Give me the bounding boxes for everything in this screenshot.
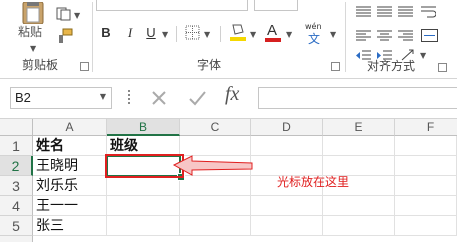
select-all-button[interactable]	[0, 119, 33, 136]
name-box-dropdown-icon[interactable]: ▼	[100, 92, 106, 101]
cell-a3[interactable]: 刘乐乐	[33, 176, 107, 196]
row-header-1[interactable]: 1	[0, 136, 33, 156]
align-center-icon[interactable]	[376, 30, 392, 45]
cell-a4[interactable]: 王一一	[33, 196, 107, 216]
merge-center-icon[interactable]	[420, 29, 438, 46]
separator	[92, 2, 93, 72]
cell-d5[interactable]	[251, 216, 323, 236]
font-name-box[interactable]	[96, 0, 248, 11]
cell-e4[interactable]	[323, 196, 395, 216]
alignment-group-label: 对齐方式	[367, 59, 416, 73]
phonetic-icon: 文	[308, 32, 321, 46]
font-color-dropdown-icon[interactable]: ▼	[286, 30, 292, 39]
cell-b3[interactable]	[107, 176, 180, 196]
italic-button[interactable]: I	[124, 26, 136, 40]
column-header-b[interactable]: B	[107, 119, 180, 136]
phonetic-guide-button[interactable]: wén 文	[305, 22, 327, 46]
font-group-label: 字体	[197, 58, 222, 72]
formula-input[interactable]	[258, 87, 457, 109]
column-header-f[interactable]: F	[395, 119, 457, 136]
cell-a2[interactable]: 王晓明	[33, 156, 107, 176]
column-header-c[interactable]: C	[180, 119, 251, 136]
annotation-arrow	[172, 155, 253, 176]
cell-e5[interactable]	[323, 216, 395, 236]
row-header-5[interactable]: 5	[0, 216, 33, 236]
worksheet-grid: A B C D E F 1 2 3 4 5 姓名 班级 王晓明 刘乐乐 王一一 …	[0, 118, 457, 242]
insert-function-icon[interactable]: fx	[225, 83, 239, 106]
align-top-icon[interactable]	[355, 6, 371, 22]
column-header-a[interactable]: A	[33, 119, 107, 136]
wrap-text-icon[interactable]	[420, 6, 436, 22]
cell-a5[interactable]: 张三	[33, 216, 107, 236]
clipboard-dialog-launcher[interactable]	[80, 62, 89, 71]
confirm-entry-icon[interactable]	[186, 87, 208, 109]
copy-icon[interactable]	[55, 7, 73, 25]
align-left-icon[interactable]	[355, 30, 371, 45]
paste-label: 粘贴	[18, 25, 43, 39]
row-header-3[interactable]: 3	[0, 176, 33, 196]
cell-e1[interactable]	[323, 136, 395, 156]
font-size-box[interactable]	[254, 0, 298, 11]
column-header-d[interactable]: D	[251, 119, 323, 136]
fill-color-icon[interactable]	[229, 22, 247, 46]
align-right-icon[interactable]	[397, 30, 413, 45]
underline-button[interactable]: U	[145, 26, 157, 40]
format-painter-icon[interactable]	[57, 28, 73, 48]
cell-b5[interactable]	[107, 216, 180, 236]
separator	[345, 2, 346, 72]
copy-dropdown-icon[interactable]: ▼	[74, 11, 80, 20]
cell-d4[interactable]	[251, 196, 323, 216]
paste-dropdown-icon[interactable]: ▼	[30, 44, 36, 53]
font-dialog-launcher[interactable]	[331, 62, 340, 71]
cell-f4[interactable]	[395, 196, 457, 216]
cell-f5[interactable]	[395, 216, 457, 236]
font-color-swatch	[265, 38, 281, 42]
cell-a1[interactable]: 姓名	[33, 136, 107, 156]
cell-f2[interactable]	[395, 156, 457, 176]
fill-color-dropdown-icon[interactable]: ▼	[250, 30, 256, 39]
separator	[220, 26, 221, 42]
column-header-e[interactable]: E	[323, 119, 395, 136]
cell-f3[interactable]	[395, 176, 457, 196]
borders-dropdown-icon[interactable]: ▼	[204, 30, 210, 39]
ribbon: 粘贴 ▼ ▼ 剪贴板 B I U ▼ ▼ ▼ A ▼ wén 文 ▼ 字体 ▼ …	[0, 0, 457, 79]
cell-c4[interactable]	[180, 196, 251, 216]
align-middle-icon[interactable]	[376, 6, 392, 22]
cell-c5[interactable]	[180, 216, 251, 236]
name-box-value: B2	[15, 90, 31, 105]
paste-button[interactable]: 粘贴	[16, 2, 50, 42]
font-color-glyph: A	[267, 22, 278, 39]
separator	[176, 26, 177, 42]
row-header-6[interactable]	[0, 236, 33, 242]
paste-icon	[22, 2, 44, 24]
row-header-4[interactable]: 4	[0, 196, 33, 216]
borders-icon[interactable]	[184, 25, 200, 44]
name-box[interactable]: B2 ▼	[10, 87, 112, 109]
row-header-2[interactable]: 2	[0, 156, 33, 176]
align-bottom-icon[interactable]	[397, 6, 413, 22]
cell-c3[interactable]	[180, 176, 251, 196]
cell-b1[interactable]: 班级	[107, 136, 180, 156]
underline-dropdown-icon[interactable]: ▼	[162, 30, 168, 39]
phonetic-dropdown-icon[interactable]: ▼	[330, 30, 336, 39]
orientation-dropdown-icon[interactable]: ▼	[420, 51, 426, 60]
alignment-dialog-launcher[interactable]	[438, 63, 447, 72]
cancel-entry-icon[interactable]	[148, 87, 170, 109]
bold-button[interactable]: B	[100, 26, 112, 40]
cell-f1[interactable]	[395, 136, 457, 156]
formula-bar-grip-icon[interactable]	[128, 90, 133, 104]
clipboard-group-label: 剪贴板	[22, 58, 59, 72]
font-color-button[interactable]: A	[264, 22, 282, 42]
cell-b4[interactable]	[107, 196, 180, 216]
annotation-text: 光标放在这里	[277, 175, 350, 189]
